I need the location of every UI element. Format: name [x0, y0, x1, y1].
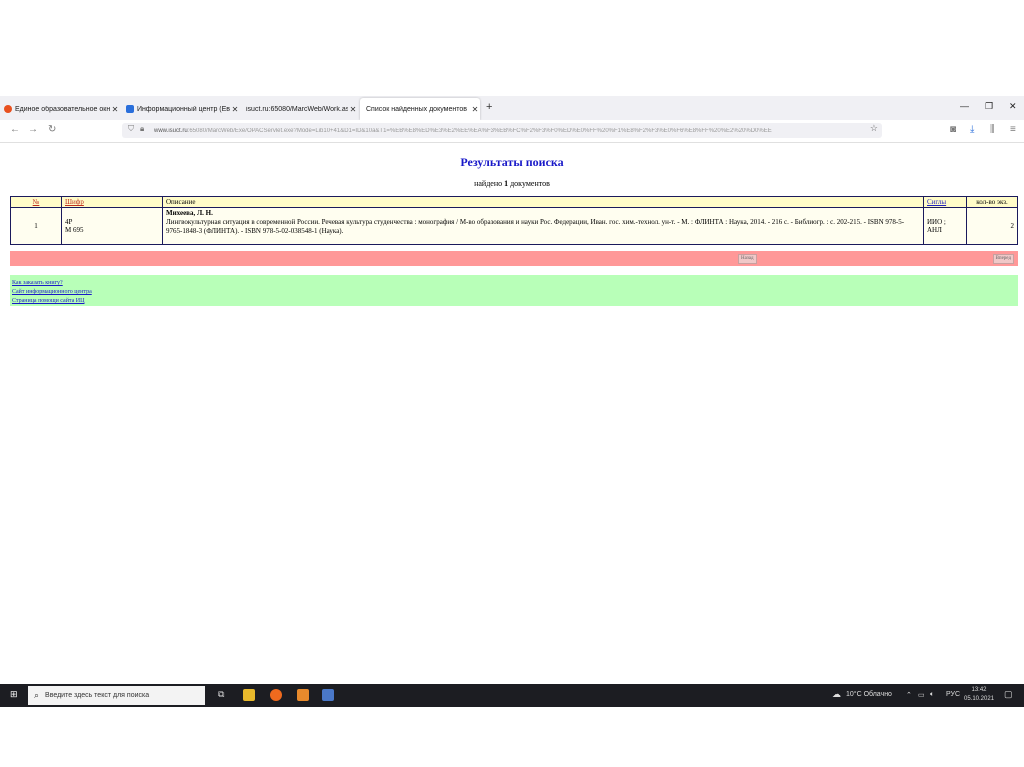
weather-text[interactable]: 10°C Облачно [846, 691, 892, 698]
new-tab-button[interactable]: + [486, 101, 492, 113]
page-content: Результаты поиска найдено 1 документов №… [0, 143, 1024, 684]
how-to-order-link[interactable]: Как заказать книгу? [12, 279, 1018, 288]
close-tab-icon[interactable]: ✕ [470, 105, 480, 114]
header-shifr[interactable]: Шифр [61, 196, 163, 208]
taskbar-search-input[interactable]: ⌕ Введите здесь текст для поиска [28, 686, 205, 705]
found-count: 1 [504, 179, 509, 188]
description-text: Лингвокультурная ситуация в современной … [166, 218, 905, 235]
tab-2[interactable]: Информационный центр (Ев ✕ [122, 98, 240, 120]
cell-description: Михеева, Л. Н. Лингвокультурная ситуация… [162, 207, 924, 245]
bookmark-star-icon[interactable]: ☆ [870, 123, 878, 134]
close-window-icon[interactable]: ✕ [1009, 101, 1017, 112]
notifications-icon[interactable]: ▢ [1004, 689, 1013, 700]
help-links-panel: Как заказать книгу? Сайт информационного… [10, 275, 1018, 306]
cell-shifr: 4Р М 695 [61, 207, 163, 245]
file-explorer-icon[interactable] [243, 689, 255, 701]
cell-num: 1 [10, 207, 62, 245]
task-view-icon[interactable]: ⧉ [218, 689, 224, 700]
table-header-row: № Шифр Описание Сиглы кол-во экз. [10, 196, 1018, 208]
minimize-icon[interactable]: — [960, 101, 969, 111]
browser-nav-bar: ← → ↻ ⛉ 🔒︎ www.isuct.ru:65080/MarcWeb/Ex… [0, 120, 1024, 143]
header-desc: Описание [162, 196, 924, 208]
url-text[interactable]: www.isuct.ru:65080/MarcWeb/Exe/OPACServl… [154, 128, 844, 134]
back-button[interactable]: Назад [738, 254, 757, 264]
back-arrow-icon[interactable]: ← [10, 124, 20, 135]
forward-button[interactable]: Вперед [992, 254, 1014, 264]
tab-1[interactable]: Единое образовательное окн ✕ [0, 98, 120, 120]
weather-icon: ☁ [832, 689, 841, 699]
shield-icon: ⛉ [128, 124, 134, 133]
pocket-icon[interactable]: ◙ [950, 124, 956, 135]
search-icon: ⌕ [34, 690, 40, 700]
browser-tab-bar: Единое образовательное окн ✕ Информацион… [0, 96, 1024, 120]
info-center-site-link[interactable]: Сайт информационного центра [12, 288, 1018, 297]
address-bar[interactable]: ⛉ 🔒︎ www.isuct.ru:65080/MarcWeb/Exe/OPAC… [122, 123, 882, 138]
results-table: № Шифр Описание Сиглы кол-во экз. 1 4Р М… [10, 196, 1018, 245]
table-row[interactable]: 1 4Р М 695 Михеева, Л. Н. Лингвокультурн… [10, 207, 1018, 245]
clock[interactable]: 13:42 05.10.2021 [964, 686, 994, 704]
menu-icon[interactable]: ≡ [1010, 124, 1016, 135]
document-app-icon[interactable] [297, 689, 309, 701]
cell-sigly: ИИО ; АНЛ [923, 207, 967, 245]
header-sigly[interactable]: Сиглы [923, 196, 967, 208]
close-tab-icon[interactable]: ✕ [230, 105, 240, 114]
windows-start-icon[interactable]: ⊞ [10, 689, 18, 700]
author: Михеева, Л. Н. [166, 209, 213, 217]
firefox-icon[interactable] [270, 689, 282, 701]
language-indicator[interactable]: РУС [946, 691, 960, 698]
screen: Единое образовательное окн ✕ Информацион… [0, 96, 1024, 707]
close-tab-icon[interactable]: ✕ [348, 105, 358, 114]
restore-icon[interactable]: ❐ [985, 101, 993, 112]
yandex-favicon-icon [4, 105, 12, 113]
tab-active[interactable]: Список найденных документов ✕ [360, 98, 480, 120]
cell-count: 2 [966, 207, 1018, 245]
lock-icon: 🔒︎ [140, 124, 145, 133]
pager-bar: Назад Вперед [10, 251, 1018, 266]
download-icon[interactable]: ⤓ [970, 124, 974, 135]
reload-icon[interactable]: ↻ [48, 124, 56, 135]
close-tab-icon[interactable]: ✕ [110, 105, 120, 114]
header-num[interactable]: № [10, 196, 62, 208]
windows-taskbar: ⊞ ⌕ Введите здесь текст для поиска ⧉ ☁ 1… [0, 684, 1024, 707]
vk-favicon-icon [126, 105, 134, 113]
header-count: кол-во экз. [966, 196, 1018, 208]
found-summary: найдено 1 документов [474, 179, 550, 188]
app-icon[interactable] [322, 689, 334, 701]
tab-3[interactable]: isuct.ru:65080/MarcWeb/Work.asp ✕ [242, 98, 358, 120]
forward-arrow-icon[interactable]: → [28, 124, 38, 135]
tray-chevron-icon[interactable]: ⌃ [906, 691, 912, 699]
help-page-link[interactable]: Страница помощи сайта ИЦ [12, 297, 1018, 306]
volume-icon[interactable]: 🔈︎ [930, 691, 934, 699]
network-icon[interactable]: ▭ [918, 691, 925, 699]
page-title: Результаты поиска [460, 155, 564, 169]
library-icon[interactable]: ⫼ [990, 124, 995, 135]
